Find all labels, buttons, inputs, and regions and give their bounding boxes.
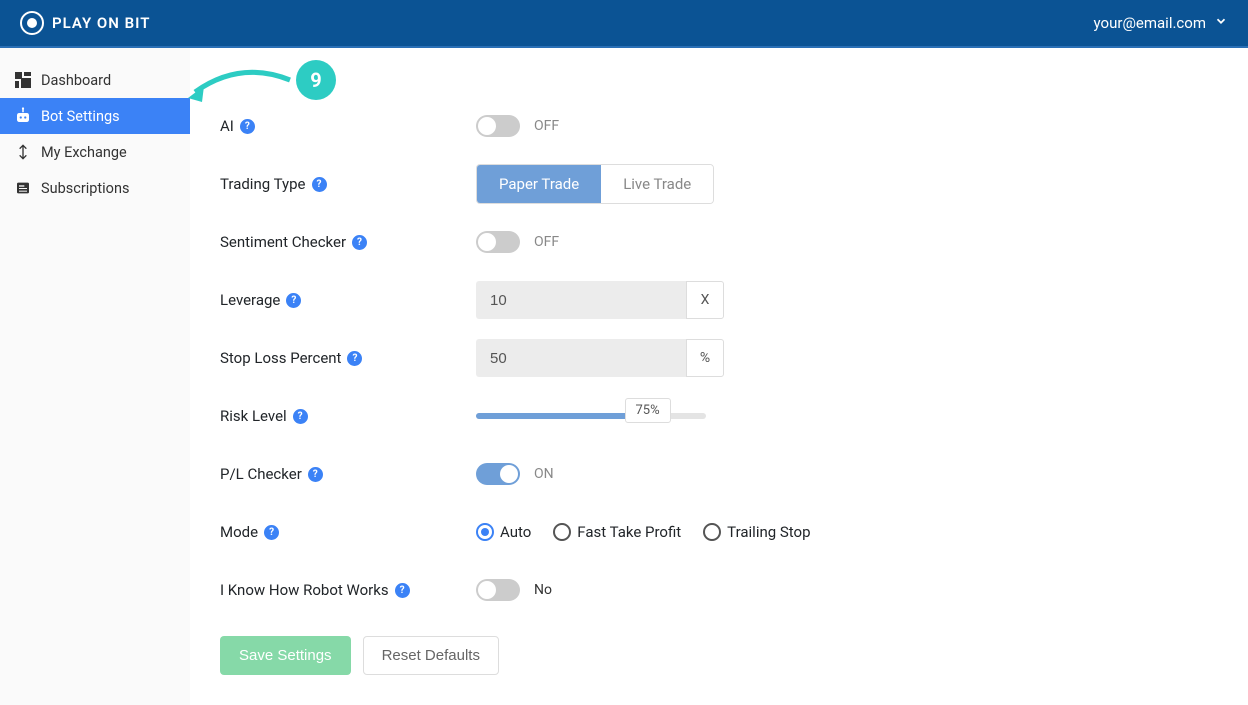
brand-text: PLAY ON BIT xyxy=(52,14,150,32)
live-trade-option[interactable]: Live Trade xyxy=(601,165,713,203)
ai-label: AI ? xyxy=(220,117,476,135)
help-icon[interactable]: ? xyxy=(293,409,308,424)
pl-checker-toggle[interactable] xyxy=(476,463,520,485)
help-icon[interactable]: ? xyxy=(308,467,323,482)
top-header: PLAY ON BIT your@email.com xyxy=(0,0,1248,48)
risk-level-label: Risk Level ? xyxy=(220,407,476,425)
dashboard-icon xyxy=(14,71,32,89)
sentiment-label: Sentiment Checker ? xyxy=(220,233,476,251)
ack-toggle[interactable] xyxy=(476,579,520,601)
risk-slider[interactable]: 75% xyxy=(476,404,706,428)
help-icon[interactable]: ? xyxy=(395,583,410,598)
brand-logo: PLAY ON BIT xyxy=(20,11,150,35)
mode-label: Mode ? xyxy=(220,523,476,541)
step-annotation: 9 xyxy=(180,50,336,110)
step-badge: 9 xyxy=(296,60,336,100)
leverage-unit: X xyxy=(686,281,724,319)
trading-type-label: Trading Type ? xyxy=(220,175,476,193)
pl-checker-label: P/L Checker ? xyxy=(220,465,476,483)
ai-toggle[interactable] xyxy=(476,115,520,137)
stop-loss-label: Stop Loss Percent ? xyxy=(220,349,476,367)
mode-radio-group: Auto Fast Take Profit Trailing Stop xyxy=(476,523,811,541)
leverage-label: Leverage ? xyxy=(220,291,476,309)
chevron-down-icon xyxy=(1214,14,1228,32)
sidebar: Dashboard Bot Settings My Exchange Subsc… xyxy=(0,48,190,705)
subscriptions-icon xyxy=(14,179,32,197)
leverage-input[interactable] xyxy=(476,281,686,319)
help-icon[interactable]: ? xyxy=(240,119,255,134)
sentiment-toggle[interactable] xyxy=(476,231,520,253)
help-icon[interactable]: ? xyxy=(286,293,301,308)
sidebar-item-subscriptions[interactable]: Subscriptions xyxy=(0,170,190,206)
user-menu[interactable]: your@email.com xyxy=(1094,14,1228,32)
help-icon[interactable]: ? xyxy=(264,525,279,540)
exchange-icon xyxy=(14,143,32,161)
sidebar-item-label: Subscriptions xyxy=(41,180,129,197)
sidebar-item-bot-settings[interactable]: Bot Settings xyxy=(0,98,190,134)
main-content: 9 AI ? OFF Trading Type ? Paper Trade Li… xyxy=(190,48,1248,705)
stop-loss-input[interactable] xyxy=(476,339,686,377)
paper-trade-option[interactable]: Paper Trade xyxy=(477,165,601,203)
help-icon[interactable]: ? xyxy=(347,351,362,366)
ai-state: OFF xyxy=(534,118,559,134)
sidebar-item-dashboard[interactable]: Dashboard xyxy=(0,62,190,98)
sentiment-state: OFF xyxy=(534,234,559,250)
sidebar-item-my-exchange[interactable]: My Exchange xyxy=(0,134,190,170)
pl-checker-state: ON xyxy=(534,466,554,482)
sidebar-item-label: My Exchange xyxy=(41,144,127,161)
trading-type-segmented: Paper Trade Live Trade xyxy=(476,164,714,204)
mode-auto[interactable]: Auto xyxy=(476,523,531,541)
risk-percent: 75% xyxy=(625,398,671,423)
mode-fast-take-profit[interactable]: Fast Take Profit xyxy=(553,523,681,541)
robot-logo-icon xyxy=(20,11,44,35)
arrow-icon xyxy=(180,50,300,110)
ack-label: I Know How Robot Works ? xyxy=(220,581,476,599)
help-icon[interactable]: ? xyxy=(312,177,327,192)
sidebar-item-label: Bot Settings xyxy=(41,108,120,125)
robot-icon xyxy=(14,107,32,125)
user-email: your@email.com xyxy=(1094,14,1206,32)
stop-loss-unit: % xyxy=(686,339,724,377)
sidebar-item-label: Dashboard xyxy=(41,72,111,89)
help-icon[interactable]: ? xyxy=(352,235,367,250)
mode-trailing-stop[interactable]: Trailing Stop xyxy=(703,523,810,541)
ack-state: No xyxy=(534,582,552,598)
